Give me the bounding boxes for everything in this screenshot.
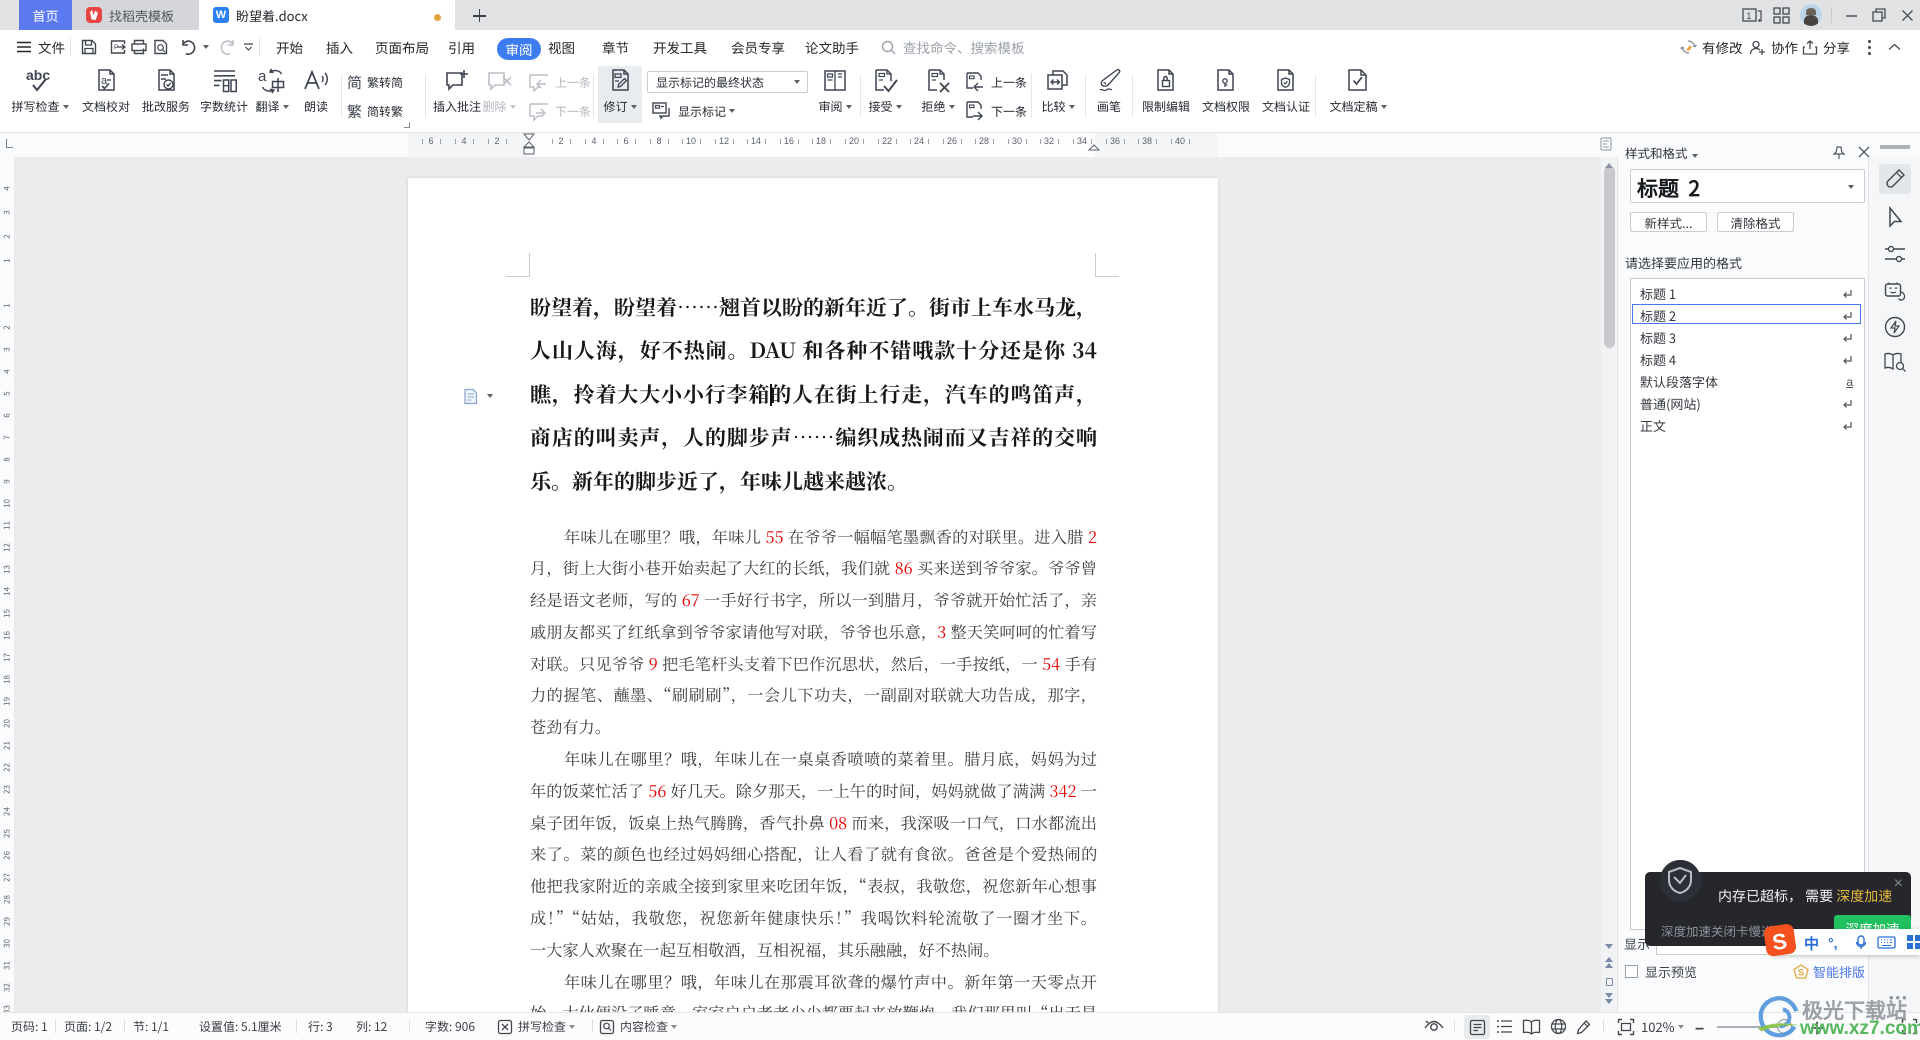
svg-text:abc: abc: [26, 67, 50, 83]
svg-text:1: 1: [1746, 11, 1751, 22]
svg-text:a: a: [258, 68, 267, 85]
svg-text:P: P: [114, 45, 119, 52]
svg-text:S: S: [1798, 967, 1804, 977]
